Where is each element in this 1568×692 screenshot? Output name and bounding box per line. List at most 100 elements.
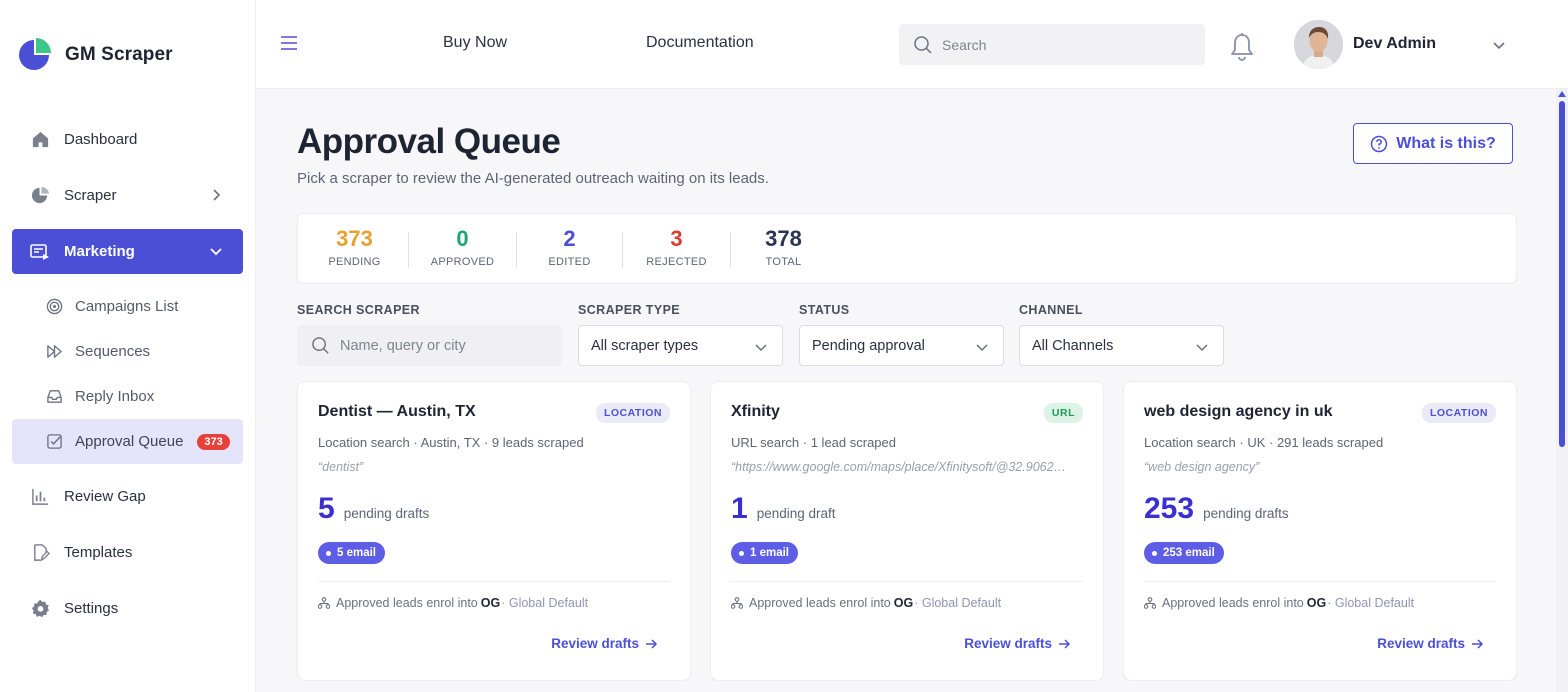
sidebar-item-label: Campaigns List <box>75 298 179 315</box>
pill-label: 253 email <box>1163 547 1215 559</box>
stat-approved[interactable]: 0 APPROVED <box>409 226 516 268</box>
card-query: “dentist” <box>318 460 364 474</box>
scrollbar[interactable] <box>1556 89 1568 692</box>
sidebar-item-dashboard[interactable]: Dashboard <box>12 117 243 162</box>
help-button-label: What is this? <box>1396 134 1496 152</box>
sidebar-item-campaigns-list[interactable]: Campaigns List <box>12 284 243 329</box>
stat-value: 373 <box>336 226 373 251</box>
enrol-default: · Global Default <box>501 596 589 610</box>
card-meta: Location search · UK · 291 leads scraped <box>1144 435 1384 450</box>
count-value: 5 <box>318 492 335 525</box>
scraper-card[interactable]: Xfinity URL URL search · 1 lead scraped … <box>710 381 1104 681</box>
page-title: Approval Queue <box>297 122 561 161</box>
chevron-down-icon <box>976 344 988 352</box>
chevron-down-icon <box>1196 344 1208 352</box>
email-pill: 253 email <box>1144 542 1224 564</box>
scroll-up-arrow[interactable] <box>1558 91 1566 97</box>
count-value: 253 <box>1144 492 1195 525</box>
stat-label: EDITED <box>548 256 591 268</box>
logo-icon <box>19 38 51 70</box>
card-title: web design agency in uk <box>1144 403 1333 420</box>
review-drafts-link[interactable]: Review drafts <box>551 636 658 651</box>
bell-icon[interactable] <box>1229 32 1255 62</box>
brand[interactable]: GM Scraper <box>17 38 173 72</box>
stat-total[interactable]: 378 TOTAL <box>730 226 837 268</box>
what-is-this-button[interactable]: What is this? <box>1353 123 1513 164</box>
sidebar-item-label: Sequences <box>75 343 151 360</box>
count-label: pending drafts <box>1203 506 1289 521</box>
hamburger-menu-icon[interactable] <box>280 34 298 52</box>
chevron-down-icon[interactable] <box>1492 38 1506 52</box>
stat-pending[interactable]: 373 PENDING <box>301 226 408 268</box>
enrol-info: Approved leads enrol into OG · Global De… <box>1144 596 1414 610</box>
arrow-right-icon <box>1472 638 1484 649</box>
status-select[interactable]: Pending approval <box>799 325 1004 366</box>
card-meta: URL search · 1 lead scraped <box>731 435 896 450</box>
enrol-sequence: OG <box>1306 596 1327 610</box>
card-query: “https://www.google.com/maps/place/Xfini… <box>731 460 1067 474</box>
sidebar-item-sequences[interactable]: Sequences <box>12 329 243 374</box>
sidebar-item-label: Approval Queue <box>75 433 184 450</box>
divider <box>1144 581 1496 582</box>
page-subtitle: Pick a scraper to review the AI-generate… <box>297 170 769 187</box>
filter-channel-label: CHANNEL <box>1019 303 1083 317</box>
sitemap-icon <box>731 597 743 609</box>
scraper-card[interactable]: Dentist — Austin, TX LOCATION Location s… <box>297 381 691 681</box>
review-drafts-link[interactable]: Review drafts <box>1377 636 1484 651</box>
card-title: Dentist — Austin, TX <box>318 403 476 420</box>
pie-chart-icon <box>30 186 50 206</box>
divider <box>731 581 1083 582</box>
user-photo <box>1294 20 1343 69</box>
scraper-search-input[interactable] <box>340 337 550 354</box>
scraper-search-field[interactable] <box>297 325 562 366</box>
sidebar-item-label: Scraper <box>64 187 117 204</box>
search-icon <box>914 35 932 54</box>
count-label: pending draft <box>756 506 836 521</box>
email-pill: 1 email <box>731 542 798 564</box>
dot-icon <box>739 550 744 556</box>
enrol-sequence: OG <box>893 596 914 610</box>
enrol-info: Approved leads enrol into OG · Global De… <box>731 596 1001 610</box>
search-input[interactable] <box>942 36 1182 53</box>
target-icon <box>46 298 63 315</box>
dot-icon <box>1152 550 1157 556</box>
sidebar-item-settings[interactable]: Settings <box>12 586 243 631</box>
sidebar-item-scraper[interactable]: Scraper <box>12 173 243 218</box>
card-title: Xfinity <box>731 403 780 420</box>
pill-label: 1 email <box>750 547 789 559</box>
documentation-link[interactable]: Documentation <box>646 34 754 52</box>
stat-rejected[interactable]: 3 REJECTED <box>623 226 730 268</box>
sidebar-item-label: Reply Inbox <box>75 388 155 405</box>
enrol-text: Approved leads enrol into <box>1162 596 1304 610</box>
sidebar-item-reply-inbox[interactable]: Reply Inbox <box>12 374 243 419</box>
stat-label: TOTAL <box>765 256 802 268</box>
scraper-card[interactable]: web design agency in uk LOCATION Locatio… <box>1123 381 1517 681</box>
chevron-down-icon <box>755 344 767 352</box>
stat-value: 3 <box>670 226 683 251</box>
avatar[interactable] <box>1294 20 1343 69</box>
stats-bar: 373 PENDING 0 APPROVED 2 EDITED 3 REJECT… <box>297 213 1517 284</box>
sidebar-item-templates[interactable]: Templates <box>12 530 243 575</box>
stat-edited[interactable]: 2 EDITED <box>516 226 623 268</box>
sidebar-item-approval-queue[interactable]: Approval Queue 373 <box>12 419 243 464</box>
user-name[interactable]: Dev Admin <box>1353 35 1436 53</box>
sitemap-icon <box>318 597 330 609</box>
sidebar-item-marketing[interactable]: Marketing <box>12 229 243 274</box>
select-value: All scraper types <box>591 337 699 354</box>
channel-select[interactable]: All Channels <box>1019 325 1224 366</box>
review-drafts-link[interactable]: Review drafts <box>964 636 1071 651</box>
sidebar-item-review-gap[interactable]: Review Gap <box>12 474 243 519</box>
enrol-info: Approved leads enrol into OG · Global De… <box>318 596 588 610</box>
review-label: Review drafts <box>551 636 639 651</box>
sitemap-icon <box>1144 597 1156 609</box>
enrol-default: · Global Default <box>1327 596 1415 610</box>
global-search[interactable] <box>899 24 1205 65</box>
marketing-icon <box>30 242 50 262</box>
buy-now-link[interactable]: Buy Now <box>443 34 507 52</box>
stat-label: REJECTED <box>646 256 707 268</box>
sidebar: GM Scraper Dashboard Scraper Marketing C… <box>0 0 256 692</box>
scroll-thumb[interactable] <box>1559 101 1565 447</box>
dot-icon <box>326 550 331 556</box>
home-icon <box>30 130 50 150</box>
scraper-type-select[interactable]: All scraper types <box>578 325 783 366</box>
